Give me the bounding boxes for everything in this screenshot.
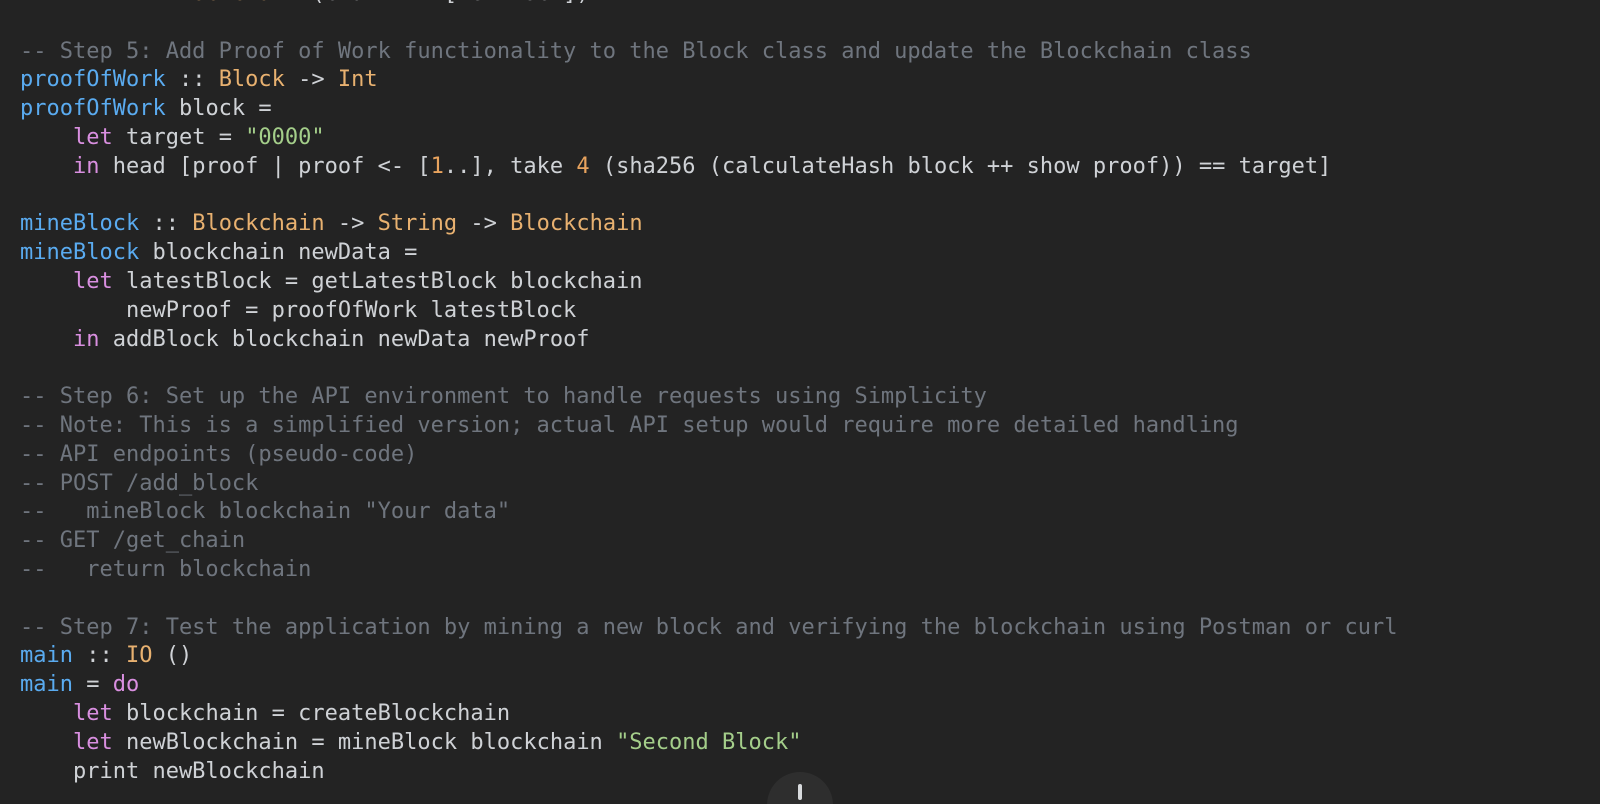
code-line[interactable]: let latestBlock = getLatestBlock blockch… (20, 268, 1600, 297)
code-editor-view[interactable]: in Blockchain (chain ++ [newBlock]) -- S… (0, 0, 1600, 804)
code-line[interactable]: let blockchain = createBlockchain (20, 700, 1600, 729)
code-token-type: IO (125, 643, 153, 669)
code-token-plain: ..], take (443, 153, 577, 179)
code-token-comment: -- GET /get_chain (20, 528, 246, 554)
code-line[interactable]: let newBlockchain = mineBlock blockchain… (20, 729, 1600, 758)
code-token-keyword: let (72, 268, 113, 294)
code-token-plain: head [proof | proof <- [ (99, 153, 431, 179)
code-token-string: "Second Block" (616, 729, 802, 755)
code-token-comment: -- Step 6: Set up the API environment to… (20, 384, 987, 410)
code-line[interactable] (20, 182, 1600, 211)
code-token-plain: = (72, 672, 113, 698)
code-line[interactable]: -- Step 5: Add Proof of Work functionali… (20, 38, 1600, 67)
code-line[interactable]: -- API endpoints (pseudo-code) (20, 441, 1600, 470)
code-line[interactable] (20, 585, 1600, 614)
code-token-comment: -- mineBlock blockchain "Your data" (20, 499, 511, 525)
code-token-operator: -> (324, 211, 378, 237)
code-token-plain: block = (165, 96, 272, 122)
code-token-plain: newProof = proofOfWork latestBlock (20, 297, 577, 323)
code-line[interactable]: -- Note: This is a simplified version; a… (20, 412, 1600, 441)
code-line[interactable] (20, 354, 1600, 383)
code-token-comment: -- API endpoints (pseudo-code) (20, 441, 418, 467)
code-token-comment: -- Step 7: Test the application by minin… (20, 614, 1398, 640)
code-token-type: Blockchain (166, 0, 298, 6)
code-token-plain: (sha256 (calculateHash block ++ show pro… (589, 153, 1332, 179)
code-token-func: main (20, 672, 73, 698)
code-token-func: mineBlock (20, 211, 140, 237)
code-token-plain: print newBlockchain (20, 758, 325, 784)
code-token-operator: :: (165, 67, 219, 93)
code-token-keyword: let (72, 124, 113, 150)
code-token-func: proofOfWork (20, 67, 166, 93)
code-token-type: Int (337, 67, 378, 93)
code-content[interactable]: in Blockchain (chain ++ [newBlock]) -- S… (0, 0, 1600, 786)
code-token-type: Block (218, 67, 285, 93)
code-token-comment: -- Note: This is a simplified version; a… (20, 412, 1239, 438)
code-line[interactable]: in Blockchain (chain ++ [newBlock]) (20, 0, 1600, 9)
code-line[interactable]: -- POST /add_block (20, 470, 1600, 499)
code-line[interactable]: -- Step 7: Test the application by minin… (20, 614, 1600, 643)
code-token-comment: -- return blockchain (20, 556, 312, 582)
code-line[interactable]: main :: IO () (20, 642, 1600, 671)
code-line[interactable]: -- mineBlock blockchain "Your data" (20, 498, 1600, 527)
code-line[interactable]: let target = "0000" (20, 124, 1600, 153)
code-token-comment: -- Step 5: Add Proof of Work functionali… (20, 38, 1252, 64)
code-line[interactable]: proofOfWork block = (20, 95, 1600, 124)
code-token-operator: :: (139, 211, 193, 237)
code-token-keyword: let (72, 700, 113, 726)
code-token-keyword: in (72, 153, 100, 179)
code-token-plain: target = (112, 124, 246, 150)
code-token-number: 4 (576, 153, 590, 179)
code-token-operator: -> (457, 211, 511, 237)
code-line[interactable]: -- Step 6: Set up the API environment to… (20, 383, 1600, 412)
code-token-plain: () (152, 643, 193, 669)
code-line[interactable] (20, 9, 1600, 38)
code-token-string: "0000" (245, 124, 325, 150)
code-line[interactable]: in addBlock blockchain newData newProof (20, 326, 1600, 355)
code-line[interactable]: -- return blockchain (20, 556, 1600, 585)
code-token-type: String (377, 211, 458, 237)
code-token-plain: addBlock blockchain newData newProof (99, 326, 590, 352)
code-line[interactable]: -- GET /get_chain (20, 527, 1600, 556)
code-token-plain: blockchain newData = (139, 240, 418, 266)
code-token-keyword: in (126, 0, 153, 6)
code-line[interactable]: in head [proof | proof <- [1..], take 4 … (20, 153, 1600, 182)
scroll-indicator-icon (798, 784, 802, 800)
code-token-plain: (chain ++ [newBlock]) (298, 0, 589, 6)
code-token-func: proofOfWork (20, 96, 166, 122)
code-token-type: Blockchain (510, 211, 643, 237)
code-token-keyword: in (72, 326, 100, 352)
code-line[interactable]: newProof = proofOfWork latestBlock (20, 297, 1600, 326)
code-token-plain: latestBlock = getLatestBlock blockchain (112, 268, 643, 294)
code-token-type: Blockchain (192, 211, 325, 237)
code-token-operator: -> (284, 67, 338, 93)
code-line[interactable]: mineBlock :: Blockchain -> String -> Blo… (20, 210, 1600, 239)
code-token-operator: :: (72, 643, 126, 669)
code-token-plain: newBlockchain = mineBlock blockchain (112, 729, 617, 755)
code-line[interactable]: proofOfWork :: Block -> Int (20, 66, 1600, 95)
code-token-number: 1 (430, 153, 444, 179)
code-token-comment: -- POST /add_block (20, 470, 259, 496)
code-token-keyword: do (112, 672, 140, 698)
code-token-keyword: let (72, 729, 113, 755)
code-line[interactable]: main = do (20, 671, 1600, 700)
code-token-func: main (20, 643, 73, 669)
code-line[interactable]: mineBlock blockchain newData = (20, 239, 1600, 268)
code-token-func: mineBlock (20, 240, 140, 266)
code-token-plain: blockchain = createBlockchain (112, 700, 511, 726)
